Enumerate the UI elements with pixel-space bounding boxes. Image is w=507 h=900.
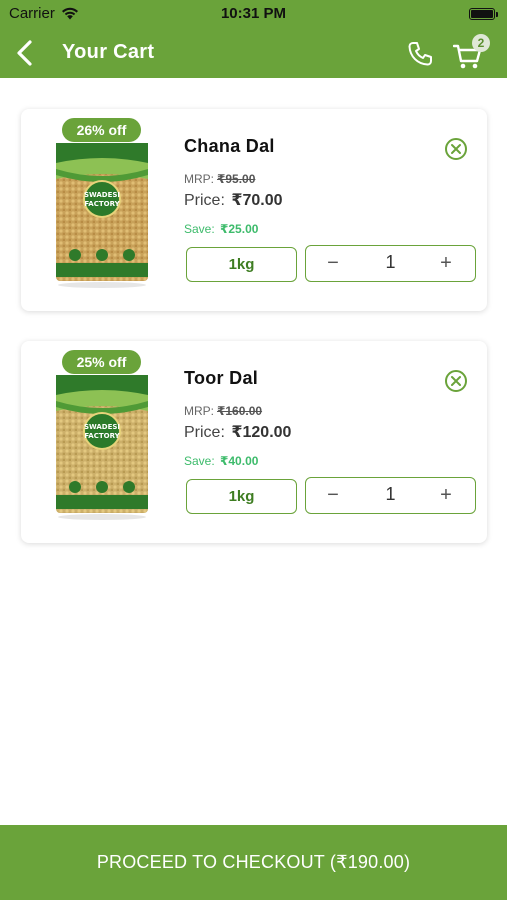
weight-selector[interactable]: 1kg (186, 479, 297, 514)
battery-icon (469, 8, 498, 20)
price-value: ₹120.00 (231, 424, 292, 441)
product-image: SWADESI FACTORY (56, 143, 148, 288)
remove-item-button[interactable] (444, 137, 468, 161)
price-text: Price: ₹120.00 (184, 422, 291, 442)
page-title: Your Cart (62, 41, 155, 63)
phone-icon (408, 42, 432, 66)
product-name: Chana Dal (184, 136, 275, 156)
cart-button[interactable]: 2 (450, 34, 494, 72)
price-label: Price: (184, 192, 225, 209)
product-name: Toor Dal (184, 368, 259, 388)
cart-count-badge: 2 (472, 34, 490, 52)
back-button[interactable] (8, 36, 42, 70)
price-label: Price: (184, 424, 225, 441)
decrease-quantity-button[interactable]: − (318, 482, 348, 508)
pack-brand-line1: SWADESI (84, 423, 120, 431)
discount-badge: 26% off (62, 118, 141, 142)
mrp-value: ₹95.00 (217, 172, 256, 186)
save-value: ₹40.00 (220, 454, 259, 468)
close-circle-icon (445, 370, 467, 392)
mrp-value: ₹160.00 (217, 404, 263, 418)
mrp-text: MRP: ₹95.00 (184, 172, 255, 186)
quantity-stepper: − 1 + (305, 245, 476, 282)
product-image: SWADESI FACTORY (56, 375, 148, 520)
status-bar: Carrier 10:31 PM (0, 0, 507, 28)
discount-badge: 25% off (62, 350, 141, 374)
mrp-label: MRP: (184, 404, 214, 418)
mrp-label: MRP: (184, 172, 214, 186)
remove-item-button[interactable] (444, 369, 468, 393)
quantity-stepper: − 1 + (305, 477, 476, 514)
close-circle-icon (445, 138, 467, 160)
status-time: 10:31 PM (220, 5, 287, 22)
save-label: Save: (184, 454, 215, 468)
price-value: ₹70.00 (231, 192, 283, 209)
quantity-value: 1 (385, 484, 396, 504)
cart-item-card: 25% off SWADESI FACTORY Toor Dal MRP: ₹16… (21, 341, 487, 543)
save-label: Save: (184, 222, 215, 236)
quantity-value: 1 (385, 252, 396, 272)
top-navigation-bar: Your Cart 2 (0, 28, 507, 78)
proceed-to-checkout-button[interactable]: PROCEED TO CHECKOUT (₹190.00) (0, 825, 507, 900)
decrease-quantity-button[interactable]: − (318, 250, 348, 276)
increase-quantity-button[interactable]: + (431, 249, 461, 277)
chevron-left-icon (17, 40, 32, 66)
call-button[interactable] (403, 38, 437, 70)
save-text: Save: ₹25.00 (184, 222, 258, 236)
pack-brand-line2: FACTORY (84, 200, 120, 208)
cart-item-card: 26% off SWADESI FACTORY Chana Dal MRP: ₹9… (21, 109, 487, 311)
save-text: Save: ₹40.00 (184, 454, 258, 468)
increase-quantity-button[interactable]: + (431, 481, 461, 509)
pack-brand-line2: FACTORY (84, 432, 120, 440)
mrp-text: MRP: ₹160.00 (184, 404, 262, 418)
save-value: ₹25.00 (220, 222, 259, 236)
weight-selector[interactable]: 1kg (186, 247, 297, 282)
pack-brand-line1: SWADESI (84, 191, 120, 199)
price-text: Price: ₹70.00 (184, 190, 283, 210)
